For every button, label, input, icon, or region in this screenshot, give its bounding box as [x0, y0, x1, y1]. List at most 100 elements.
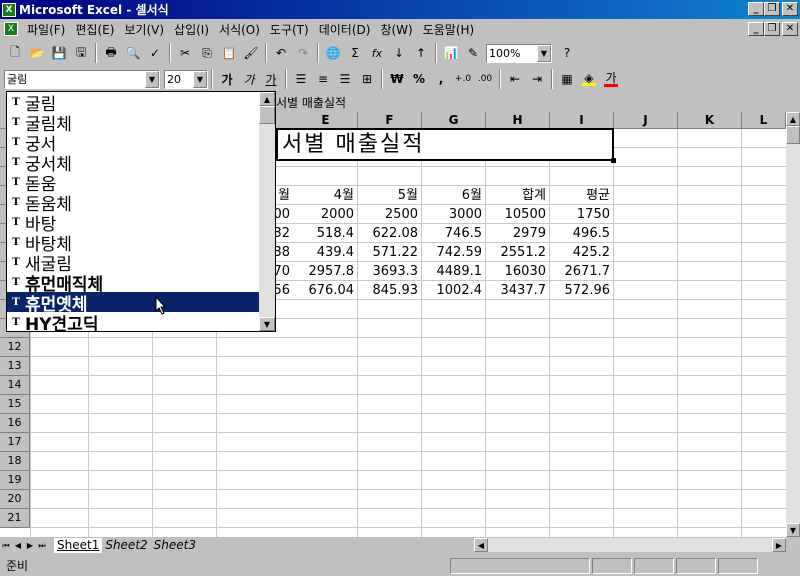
scroll-down-icon[interactable]: ▼: [786, 523, 800, 537]
data-cell[interactable]: 3693.3: [358, 262, 422, 281]
chevron-down-icon[interactable]: ▼: [145, 70, 159, 88]
row-header[interactable]: 14: [0, 376, 30, 395]
column-header-j[interactable]: J: [614, 112, 678, 129]
vertical-scrollbar[interactable]: ▲ ▼: [786, 112, 800, 537]
row-header[interactable]: 17: [0, 433, 30, 452]
open-icon[interactable]: 📂: [26, 42, 48, 64]
data-cell[interactable]: 2000: [294, 205, 358, 224]
font-name-select[interactable]: 굴림 ▼: [4, 69, 160, 89]
menu-format[interactable]: 서식(O): [214, 21, 265, 38]
scroll-up-icon[interactable]: ▲: [259, 92, 275, 106]
borders-icon[interactable]: ▦: [556, 68, 578, 90]
data-cell[interactable]: 16030: [486, 262, 550, 281]
restore-button[interactable]: ❐: [764, 2, 780, 16]
column-header-f[interactable]: F: [358, 112, 422, 129]
font-size-select[interactable]: 20 ▼: [164, 69, 208, 89]
fill-handle[interactable]: [611, 158, 616, 163]
fill-color-icon[interactable]: ◈: [578, 68, 600, 90]
data-cell[interactable]: 2957.8: [294, 262, 358, 281]
function-button[interactable]: fx: [366, 42, 388, 64]
scroll-up-icon[interactable]: ▲: [786, 112, 800, 126]
row-header[interactable]: 18: [0, 452, 30, 471]
increase-decimal-icon[interactable]: +.0: [452, 68, 474, 90]
autosum-button[interactable]: Σ: [344, 42, 366, 64]
bold-button[interactable]: 가: [216, 68, 238, 90]
data-cell[interactable]: 496.5: [550, 224, 614, 243]
scroll-left-icon[interactable]: ◀: [474, 538, 488, 552]
align-right-icon[interactable]: ☰: [334, 68, 356, 90]
format-painter-icon[interactable]: 🖌: [240, 42, 262, 64]
scroll-down-icon[interactable]: ▼: [259, 317, 275, 331]
zoom-select[interactable]: 100% ▼: [486, 43, 552, 63]
comma-button[interactable]: ,: [430, 68, 452, 90]
currency-button[interactable]: ₩: [386, 68, 408, 90]
chevron-down-icon[interactable]: ▼: [537, 44, 551, 62]
italic-button[interactable]: 가: [238, 68, 260, 90]
row-header[interactable]: 15: [0, 395, 30, 414]
row-header[interactable]: 19: [0, 471, 30, 490]
data-cell[interactable]: 3437.7: [486, 281, 550, 300]
sort-descending-icon[interactable]: ↑: [410, 42, 432, 64]
column-header-e[interactable]: E: [294, 112, 358, 129]
column-header-i[interactable]: I: [550, 112, 614, 129]
menu-file[interactable]: 파일(F): [22, 21, 70, 38]
data-cell[interactable]: 572.96: [550, 281, 614, 300]
column-header-h[interactable]: H: [486, 112, 550, 129]
decrease-indent-icon[interactable]: ⇤: [504, 68, 526, 90]
hyperlink-icon[interactable]: 🌐: [322, 42, 344, 64]
menu-edit[interactable]: 편집(E): [70, 21, 119, 38]
next-sheet-icon[interactable]: ▶: [24, 539, 36, 553]
menu-tools[interactable]: 도구(T): [265, 21, 314, 38]
minimize-button[interactable]: _: [748, 2, 764, 16]
scroll-thumb[interactable]: [786, 126, 800, 144]
data-cell[interactable]: 571.22: [358, 243, 422, 262]
data-cell[interactable]: 2500: [358, 205, 422, 224]
column-header-l[interactable]: L: [742, 112, 786, 129]
data-cell[interactable]: 439.4: [294, 243, 358, 262]
sort-ascending-icon[interactable]: ↓: [388, 42, 410, 64]
percent-button[interactable]: %: [408, 68, 430, 90]
undo-icon[interactable]: ↶: [270, 42, 292, 64]
data-cell[interactable]: 425.2: [550, 243, 614, 262]
data-cell[interactable]: 3000: [422, 205, 486, 224]
data-cell[interactable]: 1750: [550, 205, 614, 224]
menu-view[interactable]: 보기(V): [119, 21, 169, 38]
doc-restore-button[interactable]: ❐: [764, 22, 780, 36]
redo-icon[interactable]: ↷: [292, 42, 314, 64]
sheet-tab-1[interactable]: Sheet1: [54, 538, 103, 553]
help-icon[interactable]: ?: [556, 42, 578, 64]
column-header-g[interactable]: G: [422, 112, 486, 129]
data-cell[interactable]: 622.08: [358, 224, 422, 243]
row-header[interactable]: 13: [0, 357, 30, 376]
formula-content[interactable]: 서별 매출실적: [276, 94, 346, 111]
data-cell[interactable]: 1002.4: [422, 281, 486, 300]
last-sheet-icon[interactable]: ⏭: [36, 539, 48, 553]
decrease-decimal-icon[interactable]: .00: [474, 68, 496, 90]
data-cell[interactable]: 742.59: [422, 243, 486, 262]
font-list-item[interactable]: T HY견고딕: [7, 312, 259, 332]
doc-close-button[interactable]: ✕: [782, 22, 798, 36]
data-cell[interactable]: 10500: [486, 205, 550, 224]
align-left-icon[interactable]: ☰: [290, 68, 312, 90]
data-cell[interactable]: 746.5: [422, 224, 486, 243]
align-center-icon[interactable]: ≡: [312, 68, 334, 90]
data-cell[interactable]: 676.04: [294, 281, 358, 300]
data-cell[interactable]: 2671.7: [550, 262, 614, 281]
column-header-k[interactable]: K: [678, 112, 742, 129]
copy-icon[interactable]: ⎘: [196, 42, 218, 64]
chart-wizard-icon[interactable]: 📊: [440, 42, 462, 64]
drawing-icon[interactable]: ✎: [462, 42, 484, 64]
cut-icon[interactable]: ✂: [174, 42, 196, 64]
print-preview-icon[interactable]: 🔍: [122, 42, 144, 64]
title-cell[interactable]: 서별 매출실적: [276, 128, 616, 163]
menu-insert[interactable]: 삽입(I): [169, 21, 214, 38]
underline-button[interactable]: 가: [260, 68, 282, 90]
workbook-icon[interactable]: X: [4, 22, 18, 36]
increase-indent-icon[interactable]: ⇥: [526, 68, 548, 90]
new-icon[interactable]: 🗋: [4, 42, 26, 64]
chevron-down-icon[interactable]: ▼: [193, 70, 207, 88]
header-cell[interactable]: 평균: [550, 186, 614, 205]
save-icon[interactable]: 💾: [48, 42, 70, 64]
data-cell[interactable]: 518.4: [294, 224, 358, 243]
data-cell[interactable]: 845.93: [358, 281, 422, 300]
